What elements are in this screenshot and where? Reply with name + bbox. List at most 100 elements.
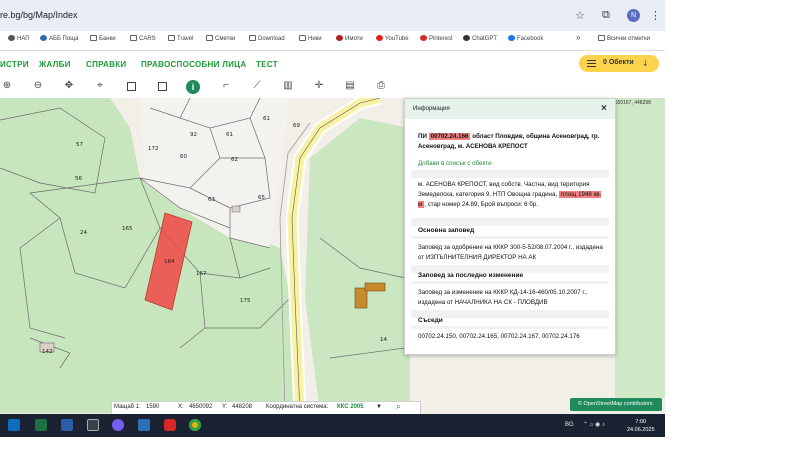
select-area-icon[interactable]: [158, 82, 167, 91]
objects-button[interactable]: 0 Обекти ⭣: [579, 55, 659, 72]
clock-time: 7:00: [635, 419, 647, 425]
word-icon[interactable]: [61, 419, 73, 431]
parcel-label[interactable]: 14: [380, 337, 387, 343]
pinterest-icon: [420, 35, 427, 41]
zoom-out-icon[interactable]: ⊖: [31, 79, 45, 93]
info-panel-header: Информация ×: [405, 99, 615, 119]
facebook-icon: [508, 35, 515, 41]
clock[interactable]: 7:00 24.06.2025: [627, 418, 655, 434]
nav-item-licensed-persons[interactable]: ПРАВОСПОСОБНИ ЛИЦА: [141, 60, 246, 69]
bookmark-4[interactable]: Travel: [168, 35, 193, 42]
bookmark-8[interactable]: Имоти: [336, 35, 363, 42]
more-bookmarks-icon[interactable]: »: [576, 33, 580, 42]
youtube-icon: [376, 35, 383, 41]
excel-icon[interactable]: [35, 419, 47, 431]
arrow-down-icon: ⭣: [643, 58, 648, 68]
app-icon[interactable]: [164, 419, 176, 431]
menu-dots-icon[interactable]: ⋮: [650, 9, 661, 22]
print-icon[interactable]: ⎙: [374, 79, 388, 93]
bookmark-9[interactable]: YouTube: [376, 35, 409, 42]
outlook-icon[interactable]: [8, 419, 20, 431]
nav-item-references[interactable]: СПРАВКИ: [86, 60, 126, 69]
parcel-label[interactable]: 142: [42, 349, 53, 355]
parcel-label[interactable]: 57: [76, 142, 83, 148]
parcel-label[interactable]: 61: [226, 132, 233, 138]
app-navigation: ИСТРИ ЖАЛБИ СПРАВКИ ПРАВОСПОСОБНИ ЛИЦА Т…: [0, 51, 665, 76]
parcel-details: м. АСЕНОВА КРЕПОСТ, вид собств. Частна, …: [418, 180, 604, 210]
scale-value[interactable]: 1590: [146, 404, 159, 410]
folder-icon: [130, 35, 137, 41]
bookmark-label: Имоти: [345, 36, 363, 42]
osm-attribution[interactable]: © OpenStreetMap contributors.: [570, 398, 662, 411]
all-bookmarks[interactable]: Всички отметки: [598, 35, 650, 42]
all-bookmarks-label: Всички отметки: [607, 36, 651, 42]
bookmark-6[interactable]: Download: [249, 35, 285, 42]
parcel-label[interactable]: 60: [180, 154, 187, 160]
bookmark-2[interactable]: Банки: [90, 35, 116, 42]
add-to-list-link[interactable]: Добави в списък с обекти: [418, 160, 492, 167]
close-icon[interactable]: ×: [601, 103, 607, 114]
info-icon[interactable]: i: [186, 80, 200, 94]
bookmark-1[interactable]: АББ Пощa: [40, 35, 78, 42]
search-icon[interactable]: ⌕: [396, 401, 401, 412]
star-icon[interactable]: ☆: [575, 9, 585, 22]
parcel-label[interactable]: 24: [80, 230, 87, 236]
y-value: 448208: [232, 404, 253, 410]
parcel-label[interactable]: 165: [122, 226, 133, 232]
browser-address-bar[interactable]: re.bg/bg/Map/Index ☆ ⧉ N ⋮: [0, 0, 665, 31]
map-layers-icon[interactable]: ▥: [281, 79, 295, 93]
parcel-label[interactable]: 63: [208, 197, 215, 203]
nav-item-registers[interactable]: ИСТРИ: [0, 60, 29, 69]
language-indicator[interactable]: BG: [565, 422, 574, 428]
crosshair-icon[interactable]: ✛: [312, 79, 326, 93]
ruler-icon[interactable]: ⟋: [250, 79, 264, 93]
parcel-label[interactable]: 175: [240, 298, 251, 304]
hamburger-icon: [587, 60, 596, 67]
bookmark-7[interactable]: Ники: [299, 35, 322, 42]
bookmark-0[interactable]: НАП: [8, 35, 30, 42]
extensions-icon[interactable]: ⧉: [602, 9, 610, 22]
bookmark-5[interactable]: Сметки: [206, 35, 235, 42]
bookmark-label: ChatGPT: [472, 36, 498, 42]
location-pin-icon[interactable]: ⌖: [93, 79, 107, 93]
parcel-label[interactable]: 69: [293, 123, 300, 129]
objects-label: 0 Обекти: [603, 59, 634, 66]
corner-coordinates: 4650167, 448298: [612, 100, 651, 106]
pan-icon[interactable]: ✥: [62, 79, 76, 93]
scale-label: Мащаб 1:: [114, 404, 141, 410]
parcel-label[interactable]: 167: [196, 271, 207, 277]
document-icon[interactable]: ▤: [343, 79, 357, 93]
crs-dropdown-icon[interactable]: ▼: [376, 404, 382, 410]
profile-avatar[interactable]: N: [627, 9, 640, 22]
crs-select[interactable]: ККС 2005: [337, 404, 364, 410]
parcel-label[interactable]: 56: [75, 176, 82, 182]
mail-icon: [40, 35, 47, 41]
bookmark-label: Сметки: [215, 36, 236, 42]
bookmark-3[interactable]: CARS: [130, 35, 156, 42]
bookmark-label: Ники: [308, 36, 322, 42]
nav-item-test[interactable]: ТЕСТ: [256, 60, 278, 69]
app-icon[interactable]: [138, 419, 150, 431]
record-icon: [336, 35, 343, 41]
address-url[interactable]: re.bg/bg/Map/Index: [0, 10, 78, 20]
bookmark-10[interactable]: Pinterest: [420, 35, 453, 42]
viber-icon[interactable]: [112, 419, 124, 431]
tray-icons[interactable]: ⌃ ⌂ ◉ ♪: [583, 421, 605, 428]
parcel-label[interactable]: 61: [263, 116, 270, 122]
bookmark-12[interactable]: Facebook: [508, 35, 543, 42]
parcel-label[interactable]: 92: [190, 132, 197, 138]
app-icon[interactable]: [87, 419, 99, 431]
select-rectangle-icon[interactable]: [127, 82, 136, 91]
parcel-label[interactable]: 172: [148, 146, 159, 152]
nav-item-complaints[interactable]: ЖАЛБИ: [39, 60, 71, 69]
zoom-in-icon[interactable]: ⊕: [0, 79, 14, 93]
main-order-text: Заповед за одобрение на КККР 300-5-52/08…: [418, 244, 603, 261]
chrome-icon[interactable]: [189, 419, 201, 431]
crs-label: Координатна система:: [266, 404, 329, 410]
measure-icon[interactable]: ⌐: [219, 79, 233, 93]
bookmark-11[interactable]: ChatGPT: [463, 35, 497, 42]
main-order-heading: Основна заповед: [418, 227, 475, 234]
parcel-label[interactable]: 164: [164, 259, 175, 265]
parcel-label[interactable]: 65: [258, 195, 265, 201]
parcel-label[interactable]: 62: [231, 157, 238, 163]
